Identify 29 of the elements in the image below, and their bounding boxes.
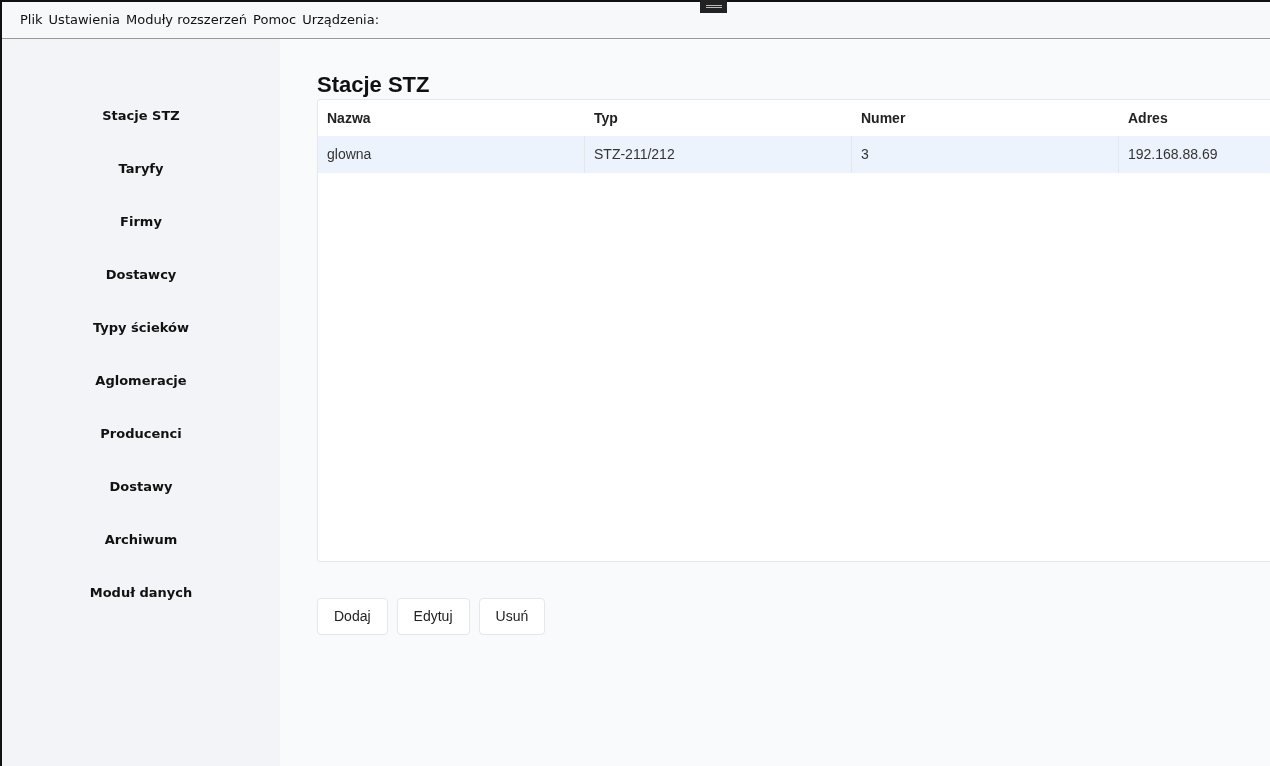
action-button[interactable]: Edytuj — [396, 598, 470, 635]
menu-item[interactable]: Urządzenia: — [302, 10, 380, 30]
menu-item[interactable]: Moduły rozszerzeń — [126, 10, 248, 30]
table-cell: STZ-211/212 — [585, 136, 852, 173]
action-button[interactable]: Usuń — [478, 598, 546, 635]
column-header: Adres — [1127, 108, 1169, 128]
sidebar-item[interactable]: Aglomeracje — [95, 354, 187, 407]
table-cell-text: 192.168.88.69 — [1127, 145, 1219, 164]
drag-handle-icon[interactable] — [700, 0, 727, 13]
menu-item[interactable]: Plik — [20, 10, 43, 30]
sidebar-item[interactable]: Stacje STZ — [102, 89, 180, 142]
sidebar-item[interactable]: Producenci — [100, 407, 182, 460]
page-title: Stacje STZ — [317, 71, 431, 99]
table-cell: 3 — [852, 136, 1119, 173]
column-header: Numer — [860, 108, 907, 128]
sidebar-item[interactable]: Firmy — [120, 195, 162, 248]
menu-item[interactable]: Pomoc — [253, 10, 297, 30]
sidebar-item[interactable]: Dostawy — [109, 460, 173, 513]
sidebar-item[interactable]: Archiwum — [104, 513, 178, 566]
action-button[interactable]: Dodaj — [317, 598, 388, 635]
sidebar-item[interactable]: Taryfy — [118, 142, 164, 195]
sidebar-item[interactable]: Dostawcy — [105, 248, 177, 301]
column-header: Typ — [593, 108, 619, 128]
column-header: Nazwa — [326, 108, 372, 128]
table-cell: glowna — [318, 136, 585, 173]
menu-item[interactable]: Ustawienia — [48, 10, 120, 30]
sidebar-item[interactable]: Moduł danych — [89, 566, 193, 619]
sidebar-item[interactable]: Typy ścieków — [92, 301, 190, 354]
table-row[interactable]: glowna STZ-211/212 3 192.168.88.69 — [318, 136, 1270, 173]
